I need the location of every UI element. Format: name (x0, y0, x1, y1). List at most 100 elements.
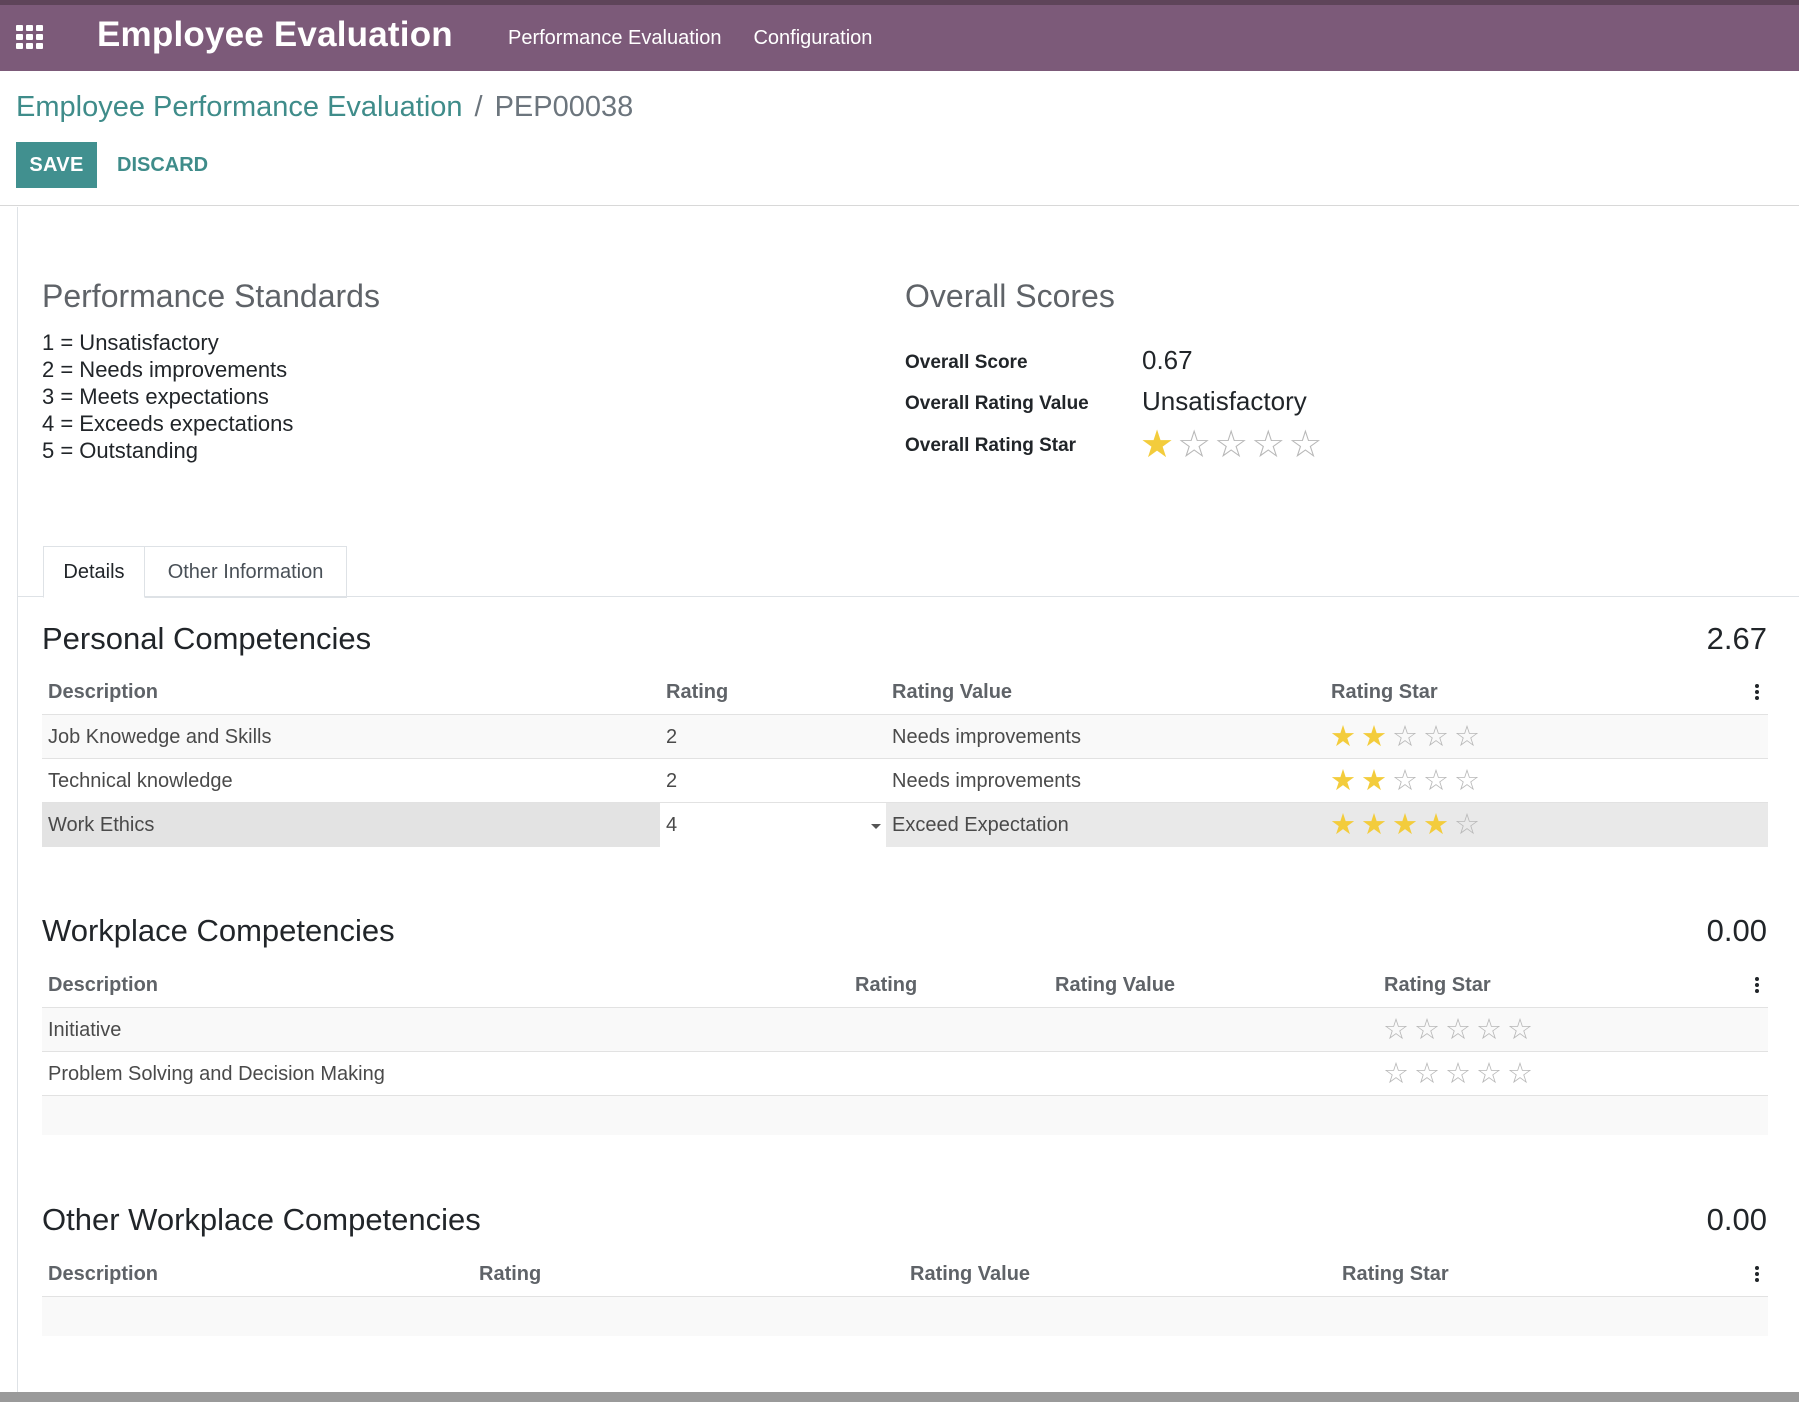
star-filled-icon[interactable]: ★ (1392, 810, 1418, 839)
window-bottom-edge (0, 1392, 1799, 1402)
other-workplace-competencies-total: 0.00 (1706, 1202, 1767, 1237)
cell-rating-value: Exceed Expectation (892, 814, 1069, 836)
control-panel: Employee Performance Evaluation / PEP000… (0, 71, 1799, 206)
breadcrumb: Employee Performance Evaluation / PEP000… (16, 91, 633, 124)
star-filled-icon[interactable]: ★ (1361, 766, 1387, 795)
cell-rating-stars[interactable]: ★ ★ ☆ ☆ ☆ (1330, 766, 1485, 795)
cell-rating-stars[interactable]: ☆ ☆ ☆ ☆ ☆ (1383, 1059, 1538, 1088)
cell-rating-stars[interactable]: ★ ★ ☆ ☆ ☆ (1330, 722, 1485, 751)
app-title[interactable]: Employee Evaluation (97, 15, 453, 55)
table-row[interactable]: Initiative ☆ ☆ ☆ ☆ ☆ (42, 1007, 1768, 1051)
column-header-description[interactable]: Description (48, 681, 158, 704)
star-empty-icon[interactable]: ☆ (1507, 1015, 1533, 1044)
star-filled-icon[interactable]: ★ (1330, 766, 1356, 795)
tab-details[interactable]: Details (43, 546, 145, 598)
column-header-rating[interactable]: Rating (666, 681, 728, 704)
cell-description: Work Ethics (48, 814, 155, 836)
save-button[interactable]: SAVE (16, 142, 97, 188)
star-empty-icon[interactable]: ☆ (1454, 766, 1480, 795)
performance-standards-list: 1 = Unsatisfactory 2 = Needs improvement… (42, 329, 293, 464)
column-header-rating-value[interactable]: Rating Value (1055, 974, 1175, 997)
column-header-description[interactable]: Description (48, 974, 158, 997)
table-row[interactable]: Problem Solving and Decision Making ☆ ☆ ☆ ☆… (42, 1051, 1768, 1095)
optional-columns-kebab-icon[interactable] (1754, 684, 1760, 700)
star-filled-icon[interactable]: ★ (1140, 425, 1174, 463)
column-header-rating[interactable]: Rating (479, 1263, 541, 1286)
star-empty-icon[interactable]: ☆ (1383, 1015, 1409, 1044)
personal-competencies-title: Personal Competencies (42, 621, 372, 656)
star-empty-icon[interactable]: ☆ (1414, 1015, 1440, 1044)
star-empty-icon[interactable]: ☆ (1445, 1015, 1471, 1044)
cell-rating: 2 (666, 726, 678, 748)
breadcrumb-parent-link[interactable]: Employee Performance Evaluation (16, 91, 463, 124)
star-empty-icon[interactable]: ☆ (1177, 425, 1211, 463)
column-header-rating[interactable]: Rating (855, 974, 917, 997)
overall-rating-value-label: Overall Rating Value (905, 393, 1089, 414)
cell-rating[interactable]: 4 (666, 814, 677, 837)
overall-rating-value: Unsatisfactory (1142, 386, 1307, 416)
column-header-rating-star[interactable]: Rating Star (1384, 974, 1491, 997)
column-header-rating-value[interactable]: Rating Value (910, 1263, 1030, 1286)
main-menu: Performance Evaluation Configuration (508, 5, 904, 71)
star-empty-icon[interactable]: ☆ (1383, 1059, 1409, 1088)
cell-description: Job Knowedge and Skills (48, 726, 272, 748)
workplace-competencies-title: Workplace Competencies (42, 913, 395, 948)
star-empty-icon[interactable]: ☆ (1507, 1059, 1533, 1088)
standard-item: 5 = Outstanding (42, 438, 198, 463)
cell-rating-stars[interactable]: ★ ★ ★ ★ ☆ (1330, 810, 1485, 839)
star-empty-icon[interactable]: ☆ (1454, 810, 1480, 839)
cell-rating-value: Needs improvements (892, 770, 1081, 792)
cell-description: Technical knowledge (48, 770, 233, 792)
star-empty-icon[interactable]: ☆ (1454, 722, 1480, 751)
top-navbar: Employee Evaluation Performance Evaluati… (0, 0, 1799, 71)
star-empty-icon[interactable]: ☆ (1251, 425, 1285, 463)
optional-columns-kebab-icon[interactable] (1754, 1266, 1760, 1282)
star-filled-icon[interactable]: ★ (1361, 722, 1387, 751)
breadcrumb-separator: / (474, 91, 483, 123)
rating-select[interactable] (660, 803, 886, 847)
discard-button[interactable]: DISCARD (113, 142, 212, 188)
star-empty-icon[interactable]: ☆ (1288, 425, 1322, 463)
standard-item: 1 = Unsatisfactory (42, 330, 219, 355)
star-empty-icon[interactable]: ☆ (1423, 766, 1449, 795)
menu-performance-evaluation[interactable]: Performance Evaluation (508, 27, 721, 50)
table-row[interactable]: Job Knowedge and Skills 2 Needs improvem… (42, 714, 1768, 758)
star-filled-icon[interactable]: ★ (1330, 722, 1356, 751)
overall-rating-stars: ★ ☆ ☆ ☆ ☆ (1140, 425, 1325, 463)
overall-score-label: Overall Score (905, 352, 1028, 373)
workplace-competencies-table: Description Rating Rating Value Rating S… (42, 968, 1768, 1138)
star-filled-icon[interactable]: ★ (1361, 810, 1387, 839)
column-header-rating-star[interactable]: Rating Star (1342, 1263, 1449, 1286)
star-empty-icon[interactable]: ☆ (1392, 722, 1418, 751)
cell-description: Initiative (48, 1019, 122, 1041)
apps-grid-icon[interactable] (16, 25, 46, 51)
notebook-tabs: Details Other Information (17, 546, 1799, 598)
cell-rating-stars[interactable]: ☆ ☆ ☆ ☆ ☆ (1383, 1015, 1538, 1044)
workplace-competencies-total: 0.00 (1706, 913, 1767, 948)
star-empty-icon[interactable]: ☆ (1445, 1059, 1471, 1088)
optional-columns-kebab-icon[interactable] (1754, 977, 1760, 993)
overall-scores-title: Overall Scores (905, 278, 1115, 314)
performance-standards-title: Performance Standards (42, 278, 380, 314)
star-empty-icon[interactable]: ☆ (1414, 1059, 1440, 1088)
star-filled-icon[interactable]: ★ (1423, 810, 1449, 839)
column-header-rating-star[interactable]: Rating Star (1331, 681, 1438, 704)
menu-configuration[interactable]: Configuration (753, 27, 872, 50)
column-header-rating-value[interactable]: Rating Value (892, 681, 1012, 704)
personal-competencies-total: 2.67 (1706, 621, 1767, 656)
tab-other-information[interactable]: Other Information (145, 546, 347, 598)
star-empty-icon[interactable]: ☆ (1214, 425, 1248, 463)
standard-item: 2 = Needs improvements (42, 357, 288, 382)
table-row[interactable]: Technical knowledge 2 Needs improvements… (42, 758, 1768, 802)
empty-table-row (42, 1095, 1768, 1135)
star-filled-icon[interactable]: ★ (1330, 810, 1356, 839)
star-empty-icon[interactable]: ☆ (1392, 766, 1418, 795)
star-empty-icon[interactable]: ☆ (1476, 1015, 1502, 1044)
cell-description: Problem Solving and Decision Making (48, 1063, 385, 1085)
star-empty-icon[interactable]: ☆ (1476, 1059, 1502, 1088)
breadcrumb-current: PEP00038 (494, 91, 634, 123)
column-header-description[interactable]: Description (48, 1263, 158, 1286)
chevron-down-icon[interactable] (871, 824, 881, 829)
star-empty-icon[interactable]: ☆ (1423, 722, 1449, 751)
table-row-editing[interactable]: Work Ethics 4 Exceed Expectation ★ ★ ★ ★ ☆ (42, 802, 1768, 847)
